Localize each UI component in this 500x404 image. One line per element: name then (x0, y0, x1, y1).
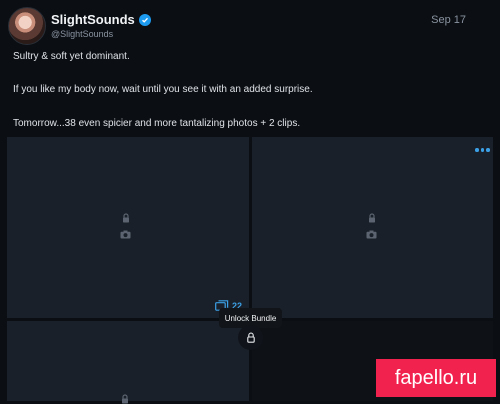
lock-icon (122, 213, 129, 223)
author-name-row: SlightSounds (51, 12, 151, 27)
lock-icon (368, 213, 375, 223)
lock-icon (122, 394, 128, 404)
author-display-name[interactable]: SlightSounds (51, 12, 135, 27)
locked-indicator (366, 213, 377, 239)
more-horizontal-icon (475, 148, 479, 152)
post-card: SlightSounds @SlightSounds Sep 17 Sultry… (0, 0, 500, 404)
camera-icon (120, 230, 131, 239)
post-text-line: Tomorrow...38 even spicier and more tant… (13, 118, 301, 129)
lock-icon (246, 332, 255, 343)
author-handle[interactable]: @SlightSounds (51, 29, 113, 39)
locked-indicator (120, 394, 130, 404)
post-text-line: Sultry & soft yet dominant. (13, 51, 130, 62)
post-text-line: If you like my body now, wait until you … (13, 84, 313, 95)
more-options-button[interactable] (475, 146, 491, 154)
verified-check-icon (138, 13, 151, 26)
post-date: Sep 17 (431, 14, 466, 26)
watermark: fapello.ru (376, 359, 496, 397)
unlock-lock-button[interactable] (238, 325, 263, 350)
camera-icon (366, 230, 377, 239)
avatar[interactable] (8, 7, 46, 45)
locked-media-tile[interactable] (7, 321, 249, 401)
locked-indicator (120, 213, 131, 239)
